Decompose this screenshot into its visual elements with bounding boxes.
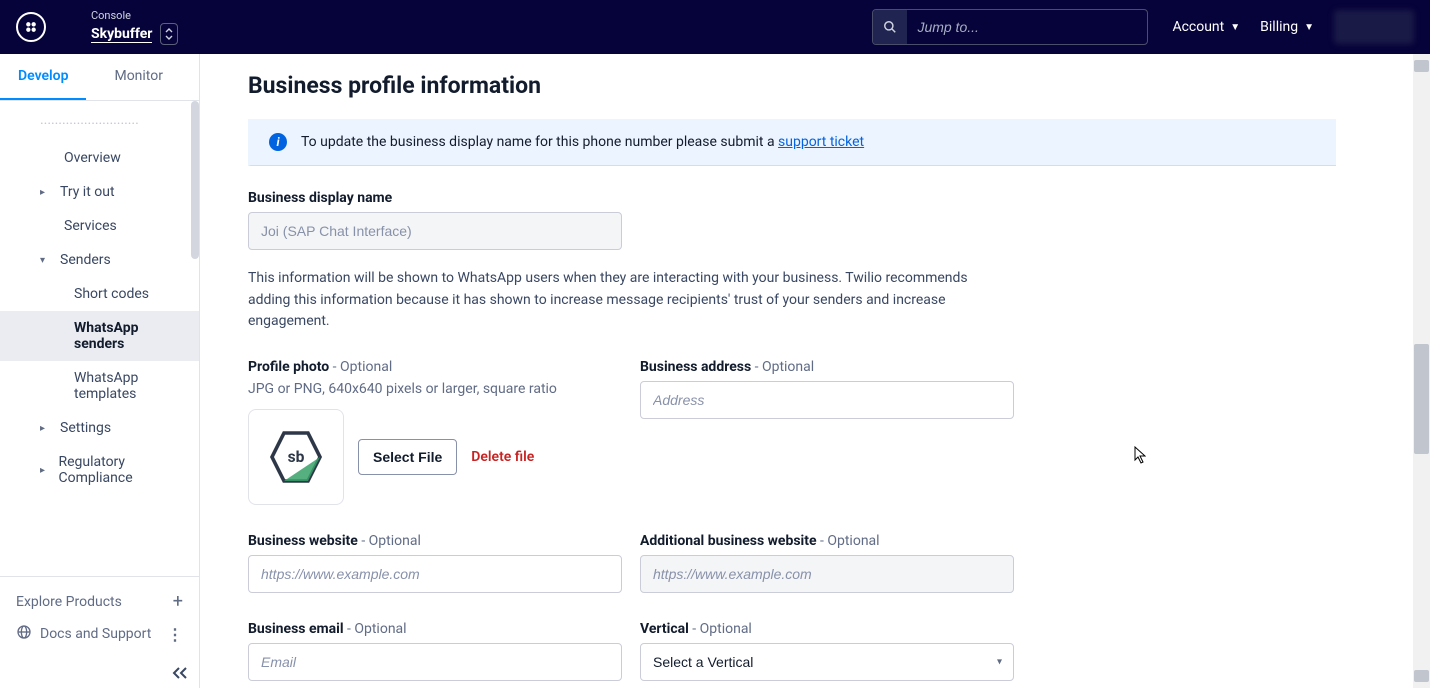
page-title: Business profile information (248, 72, 1336, 99)
console-label: Console (91, 9, 178, 22)
logo-hexagon-icon: sb (266, 427, 326, 487)
info-icon: i (269, 133, 287, 151)
billing-label: Billing (1260, 19, 1298, 35)
tab-develop[interactable]: Develop (0, 54, 86, 100)
business-address-input[interactable] (640, 381, 1014, 419)
chevron-down-icon: ▼ (1304, 22, 1314, 33)
globe-icon (16, 624, 32, 644)
more-icon[interactable]: ⋮ (167, 625, 183, 644)
business-display-name-input (248, 212, 622, 250)
chevron-down-icon: ▼ (1230, 22, 1240, 33)
search-input[interactable] (907, 10, 1147, 44)
sidebar-item-senders[interactable]: ▾Senders (0, 243, 199, 277)
brand-logo[interactable] (16, 12, 46, 42)
sidebar-item-whatsapp-senders[interactable]: WhatsApp senders (0, 311, 199, 361)
sidebar-item-services[interactable]: Services (0, 209, 199, 243)
additional-website-input (640, 555, 1014, 593)
scrollbar-track[interactable] (1413, 54, 1430, 688)
profile-photo-preview: sb (248, 409, 344, 505)
plus-icon[interactable]: + (173, 591, 183, 612)
sidebar-item-whatsapp-templates[interactable]: WhatsApp templates (0, 361, 199, 411)
sidebar: Develop Monitor ························… (0, 54, 200, 688)
chevron-right-icon: ▸ (40, 465, 52, 476)
business-email-input[interactable] (248, 643, 622, 681)
business-display-name-label: Business display name (248, 190, 392, 206)
scroll-up-arrow[interactable] (1414, 60, 1429, 72)
additional-website-label: Additional business website (640, 533, 817, 549)
vertical-label: Vertical (640, 621, 689, 637)
photo-hint: JPG or PNG, 640x640 pixels or larger, sq… (248, 381, 622, 397)
sidebar-item-try-it-out[interactable]: ▸Try it out (0, 175, 199, 209)
sidebar-item-settings[interactable]: ▸Settings (0, 411, 199, 445)
scroll-down-arrow[interactable] (1414, 670, 1429, 682)
description-text: This information will be shown to WhatsA… (248, 268, 1008, 333)
sidebar-item-truncated[interactable]: ··························· (0, 107, 199, 141)
chevron-right-icon: ▸ (40, 187, 54, 198)
chevron-down-icon: ▾ (40, 255, 54, 266)
delete-file-link[interactable]: Delete file (471, 449, 534, 465)
support-ticket-link[interactable]: support ticket (778, 134, 864, 150)
collapse-sidebar-button[interactable] (0, 658, 199, 688)
account-menu[interactable]: Account ▼ (1172, 19, 1240, 35)
tab-monitor[interactable]: Monitor (96, 54, 181, 100)
chevron-right-icon: ▸ (40, 423, 54, 434)
sidebar-item-regulatory[interactable]: ▸Regulatory Compliance (0, 445, 199, 495)
info-banner: i To update the business display name fo… (248, 119, 1336, 166)
billing-menu[interactable]: Billing ▼ (1260, 19, 1314, 35)
banner-text: To update the business display name for … (301, 134, 778, 150)
docs-support-label[interactable]: Docs and Support (40, 626, 151, 642)
business-website-input[interactable] (248, 555, 622, 593)
business-website-label: Business website (248, 533, 358, 549)
search-icon[interactable] (873, 10, 907, 44)
project-name[interactable]: Skybuffer (91, 26, 152, 43)
select-file-button[interactable]: Select File (358, 439, 457, 475)
svg-text:sb: sb (288, 448, 305, 466)
scrollbar-thumb[interactable] (1414, 344, 1429, 454)
sidebar-item-short-codes[interactable]: Short codes (0, 277, 199, 311)
user-avatar[interactable] (1334, 10, 1414, 44)
main-content-area: Business profile information i To update… (200, 54, 1430, 688)
vertical-select[interactable]: Select a Vertical (640, 643, 1014, 681)
search-bar (872, 9, 1148, 45)
account-label: Account (1172, 19, 1224, 35)
profile-photo-label: Profile photo (248, 359, 329, 375)
project-switcher-icon[interactable] (160, 23, 178, 45)
business-email-label: Business email (248, 621, 344, 637)
sidebar-item-overview[interactable]: Overview (0, 141, 199, 175)
business-address-label: Business address (640, 359, 751, 375)
explore-products-label[interactable]: Explore Products (16, 594, 122, 610)
top-bar: Console Skybuffer Account ▼ Billing ▼ (0, 0, 1430, 54)
